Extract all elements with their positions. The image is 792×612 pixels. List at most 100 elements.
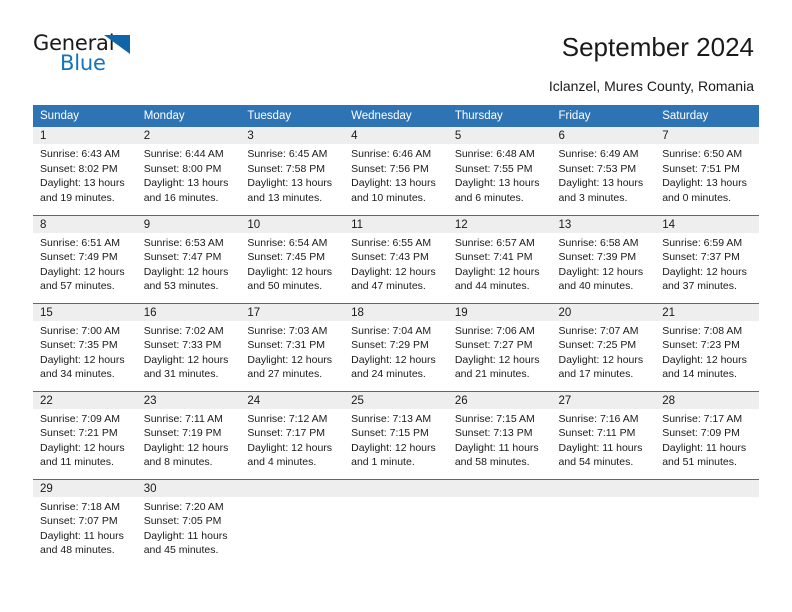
sunset-text: Sunset: 7:07 PM — [40, 515, 118, 528]
logo-text-blue: Blue — [60, 51, 106, 75]
daylight-text-line1: Daylight: 12 hours — [662, 265, 747, 278]
day-cell[interactable]: 5 Sunrise: 6:48 AM Sunset: 7:55 PM Dayli… — [447, 127, 552, 215]
day-details: Sunrise: 7:18 AM Sunset: 7:07 PM Dayligh… — [33, 497, 137, 558]
day-number: 14 — [655, 215, 759, 233]
column-header-thursday: Thursday — [447, 105, 552, 127]
sunrise-text: Sunrise: 6:48 AM — [454, 148, 535, 160]
weekday-header-row: Sunday Monday Tuesday Wednesday Thursday… — [33, 105, 759, 127]
day-cell[interactable]: 30 Sunrise: 7:20 AM Sunset: 7:05 PM Dayl… — [136, 478, 241, 567]
daylight-text-line2: and 37 minutes. — [662, 280, 737, 293]
daylight-text-line1: Daylight: 12 hours — [558, 353, 644, 366]
day-details: Sunrise: 7:15 AM Sunset: 7:13 PM Dayligh… — [448, 409, 552, 470]
day-cell[interactable]: 29 Sunrise: 7:18 AM Sunset: 7:07 PM Dayl… — [33, 478, 137, 567]
day-number: 10 — [240, 215, 345, 233]
general-blue-logo[interactable]: General Blue — [33, 32, 173, 80]
day-cell-empty — [655, 478, 759, 567]
daylight-text-line1: Daylight: 11 hours — [40, 529, 124, 542]
sunrise-text: Sunrise: 6:43 AM — [40, 148, 120, 160]
day-cell[interactable]: 28 Sunrise: 7:17 AM Sunset: 7:09 PM Dayl… — [655, 390, 759, 479]
sunset-text: Sunset: 8:00 PM — [143, 162, 222, 175]
daylight-text-line2: and 6 minutes. — [454, 191, 524, 204]
sunset-text: Sunset: 7:35 PM — [40, 339, 118, 352]
day-number: 6 — [551, 127, 656, 144]
week-row: 29 Sunrise: 7:18 AM Sunset: 7:07 PM Dayl… — [33, 478, 759, 567]
day-cell[interactable]: 23 Sunrise: 7:11 AM Sunset: 7:19 PM Dayl… — [136, 390, 241, 479]
daylight-text-line1: Daylight: 13 hours — [247, 177, 333, 190]
day-cell[interactable]: 14 Sunrise: 6:59 AM Sunset: 7:37 PM Dayl… — [655, 214, 759, 303]
daylight-text-line2: and 27 minutes. — [247, 368, 323, 381]
day-cell[interactable]: 25 Sunrise: 7:13 AM Sunset: 7:15 PM Dayl… — [344, 390, 448, 479]
day-cell[interactable]: 22 Sunrise: 7:09 AM Sunset: 7:21 PM Dayl… — [33, 390, 137, 479]
sunset-text: Sunset: 7:58 PM — [247, 162, 326, 175]
day-number: 4 — [344, 127, 448, 144]
day-cell[interactable]: 8 Sunrise: 6:51 AM Sunset: 7:49 PM Dayli… — [33, 214, 137, 303]
day-cell[interactable]: 27 Sunrise: 7:16 AM Sunset: 7:11 PM Dayl… — [551, 390, 656, 479]
day-details: Sunrise: 7:07 AM Sunset: 7:25 PM Dayligh… — [552, 321, 656, 382]
daylight-text-line2: and 58 minutes. — [454, 456, 530, 469]
sunset-text: Sunset: 7:47 PM — [143, 251, 222, 264]
day-cell[interactable]: 10 Sunrise: 6:54 AM Sunset: 7:45 PM Dayl… — [240, 214, 345, 303]
day-number: 25 — [344, 391, 448, 409]
day-cell[interactable]: 3 Sunrise: 6:45 AM Sunset: 7:58 PM Dayli… — [240, 127, 345, 215]
sunset-text: Sunset: 7:49 PM — [40, 251, 118, 264]
day-cell[interactable]: 17 Sunrise: 7:03 AM Sunset: 7:31 PM Dayl… — [240, 302, 345, 391]
day-cell[interactable]: 16 Sunrise: 7:02 AM Sunset: 7:33 PM Dayl… — [136, 302, 241, 391]
daylight-text-line2: and 47 minutes. — [351, 280, 426, 293]
sunset-text: Sunset: 7:09 PM — [662, 427, 740, 440]
day-cell[interactable]: 24 Sunrise: 7:12 AM Sunset: 7:17 PM Dayl… — [240, 390, 345, 479]
day-details: Sunrise: 7:08 AM Sunset: 7:23 PM Dayligh… — [655, 321, 759, 382]
day-cell[interactable]: 26 Sunrise: 7:15 AM Sunset: 7:13 PM Dayl… — [447, 390, 552, 479]
day-cell-empty — [447, 478, 552, 567]
daylight-text-line1: Daylight: 12 hours — [247, 353, 333, 366]
day-cell[interactable]: 6 Sunrise: 6:49 AM Sunset: 7:53 PM Dayli… — [551, 127, 656, 215]
sunset-text: Sunset: 7:56 PM — [351, 162, 429, 175]
sunrise-text: Sunrise: 6:55 AM — [351, 236, 432, 249]
sunset-text: Sunset: 7:37 PM — [662, 251, 740, 264]
day-number: 5 — [447, 127, 552, 144]
day-cell[interactable]: 1 Sunrise: 6:43 AM Sunset: 8:02 PM Dayli… — [33, 127, 137, 215]
sunrise-text: Sunrise: 7:04 AM — [351, 324, 432, 337]
sunrise-text: Sunrise: 6:46 AM — [351, 148, 432, 160]
daylight-text-line2: and 4 minutes. — [247, 456, 317, 469]
day-details: Sunrise: 7:09 AM Sunset: 7:21 PM Dayligh… — [33, 409, 137, 470]
day-number: 22 — [33, 391, 137, 409]
daylight-text-line1: Daylight: 12 hours — [143, 265, 229, 278]
day-cell[interactable]: 15 Sunrise: 7:00 AM Sunset: 7:35 PM Dayl… — [33, 302, 137, 391]
day-cell[interactable]: 2 Sunrise: 6:44 AM Sunset: 8:00 PM Dayli… — [136, 127, 241, 215]
sunrise-text: Sunrise: 7:12 AM — [247, 412, 328, 425]
day-cell[interactable]: 4 Sunrise: 6:46 AM Sunset: 7:56 PM Dayli… — [344, 127, 448, 215]
column-header-tuesday: Tuesday — [240, 105, 345, 127]
day-cell[interactable]: 18 Sunrise: 7:04 AM Sunset: 7:29 PM Dayl… — [344, 302, 448, 391]
sunrise-text: Sunrise: 7:17 AM — [662, 412, 743, 425]
day-cell[interactable]: 7 Sunrise: 6:50 AM Sunset: 7:51 PM Dayli… — [655, 127, 759, 215]
day-cell[interactable]: 9 Sunrise: 6:53 AM Sunset: 7:47 PM Dayli… — [136, 214, 241, 303]
sunset-text: Sunset: 7:25 PM — [558, 339, 637, 352]
daylight-text-line2: and 0 minutes. — [662, 191, 732, 204]
week-row: 15 Sunrise: 7:00 AM Sunset: 7:35 PM Dayl… — [33, 302, 759, 391]
day-details: Sunrise: 6:55 AM Sunset: 7:43 PM Dayligh… — [344, 233, 448, 294]
page-title: September 2024 — [561, 32, 754, 62]
day-details: Sunrise: 6:49 AM Sunset: 7:53 PM Dayligh… — [552, 144, 656, 205]
day-cell-empty — [551, 478, 656, 567]
day-cell[interactable]: 13 Sunrise: 6:58 AM Sunset: 7:39 PM Dayl… — [551, 214, 656, 303]
sunrise-text: Sunrise: 7:00 AM — [40, 324, 120, 337]
daylight-text-line2: and 21 minutes. — [454, 368, 530, 381]
day-number: 9 — [136, 215, 241, 233]
daylight-text-line2: and 40 minutes. — [558, 280, 634, 293]
day-cell-empty — [240, 478, 345, 567]
sunset-text: Sunset: 7:13 PM — [454, 427, 533, 440]
day-cell[interactable]: 19 Sunrise: 7:06 AM Sunset: 7:27 PM Dayl… — [447, 302, 552, 391]
day-number: 23 — [136, 391, 241, 409]
daylight-text-line1: Daylight: 12 hours — [247, 441, 333, 454]
day-cell[interactable]: 12 Sunrise: 6:57 AM Sunset: 7:41 PM Dayl… — [447, 214, 552, 303]
sunrise-text: Sunrise: 6:53 AM — [143, 236, 224, 249]
day-cell[interactable]: 21 Sunrise: 7:08 AM Sunset: 7:23 PM Dayl… — [655, 302, 759, 391]
daylight-text-line2: and 13 minutes. — [247, 191, 323, 204]
sunrise-text: Sunrise: 7:11 AM — [143, 412, 223, 425]
sunset-text: Sunset: 7:11 PM — [558, 427, 636, 440]
sunset-text: Sunset: 8:02 PM — [40, 162, 118, 175]
day-cell[interactable]: 20 Sunrise: 7:07 AM Sunset: 7:25 PM Dayl… — [551, 302, 656, 391]
sunrise-text: Sunrise: 7:16 AM — [558, 412, 639, 425]
day-cell[interactable]: 11 Sunrise: 6:55 AM Sunset: 7:43 PM Dayl… — [344, 214, 448, 303]
daylight-text-line1: Daylight: 13 hours — [558, 177, 644, 190]
